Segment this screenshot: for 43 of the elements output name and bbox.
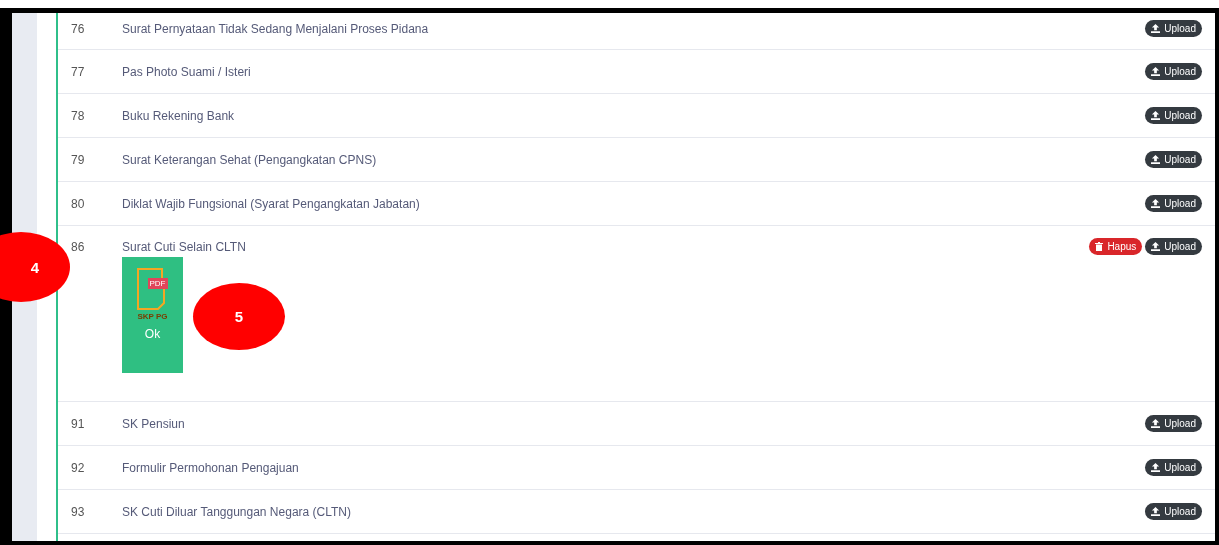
trash-icon	[1095, 242, 1104, 251]
upload-button[interactable]: Upload	[1145, 107, 1202, 124]
row-number: 80	[70, 197, 86, 211]
row-number: 76	[70, 22, 86, 36]
upload-icon	[1151, 463, 1161, 472]
row-number: 78	[70, 109, 86, 123]
row-number: 91	[70, 417, 86, 431]
upload-icon	[1151, 24, 1161, 33]
upload-icon	[1151, 155, 1161, 164]
step-marker: 5	[193, 283, 285, 350]
upload-icon	[1151, 419, 1161, 428]
row-number: 92	[70, 461, 86, 475]
document-title: Diklat Wajib Fungsional (Syarat Pengangkatan Jabatan)	[122, 197, 421, 211]
upload-button[interactable]: Upload	[1145, 151, 1202, 168]
file-thumbnail[interactable]: PDF SKP PG Ok	[122, 257, 183, 373]
row-number: 79	[70, 153, 86, 167]
document-title: SK Pensiun	[122, 417, 186, 431]
upload-icon	[1151, 199, 1161, 208]
delete-button[interactable]: Hapus	[1089, 238, 1143, 255]
document-title: SK Cuti Diluar Tanggungan Negara (CLTN)	[122, 505, 352, 519]
document-title: Buku Rekening Bank	[122, 109, 236, 123]
upload-icon	[1151, 111, 1161, 120]
document-title: Surat Keterangan Sehat (Pengangkatan CPNS)	[122, 153, 378, 167]
upload-button[interactable]: Upload	[1145, 238, 1202, 255]
row-number: 93	[70, 505, 86, 519]
upload-button[interactable]: Upload	[1145, 195, 1202, 212]
upload-button[interactable]: Upload	[1145, 63, 1202, 80]
document-title: Surat Cuti Selain CLTN	[122, 240, 247, 254]
step-marker: 4	[0, 232, 70, 302]
document-title: Pas Photo Suami / Isteri	[122, 65, 252, 79]
upload-button[interactable]: Upload	[1145, 20, 1202, 37]
upload-icon	[1151, 67, 1161, 76]
file-status: Ok	[144, 327, 161, 341]
upload-icon	[1151, 242, 1161, 251]
upload-icon	[1151, 507, 1161, 516]
document-title: Surat Pernyataan Tidak Sedang Menjalani Proses Pidana	[122, 22, 430, 36]
upload-button[interactable]: Upload	[1145, 503, 1202, 520]
upload-button[interactable]: Upload	[1145, 415, 1202, 432]
document-title: Formulir Permohonan Pengajuan	[122, 461, 300, 475]
row-number: 77	[70, 65, 86, 79]
row-number: 86	[70, 240, 86, 254]
upload-button[interactable]: Upload	[1145, 459, 1202, 476]
file-label: SKP PG	[137, 312, 168, 321]
